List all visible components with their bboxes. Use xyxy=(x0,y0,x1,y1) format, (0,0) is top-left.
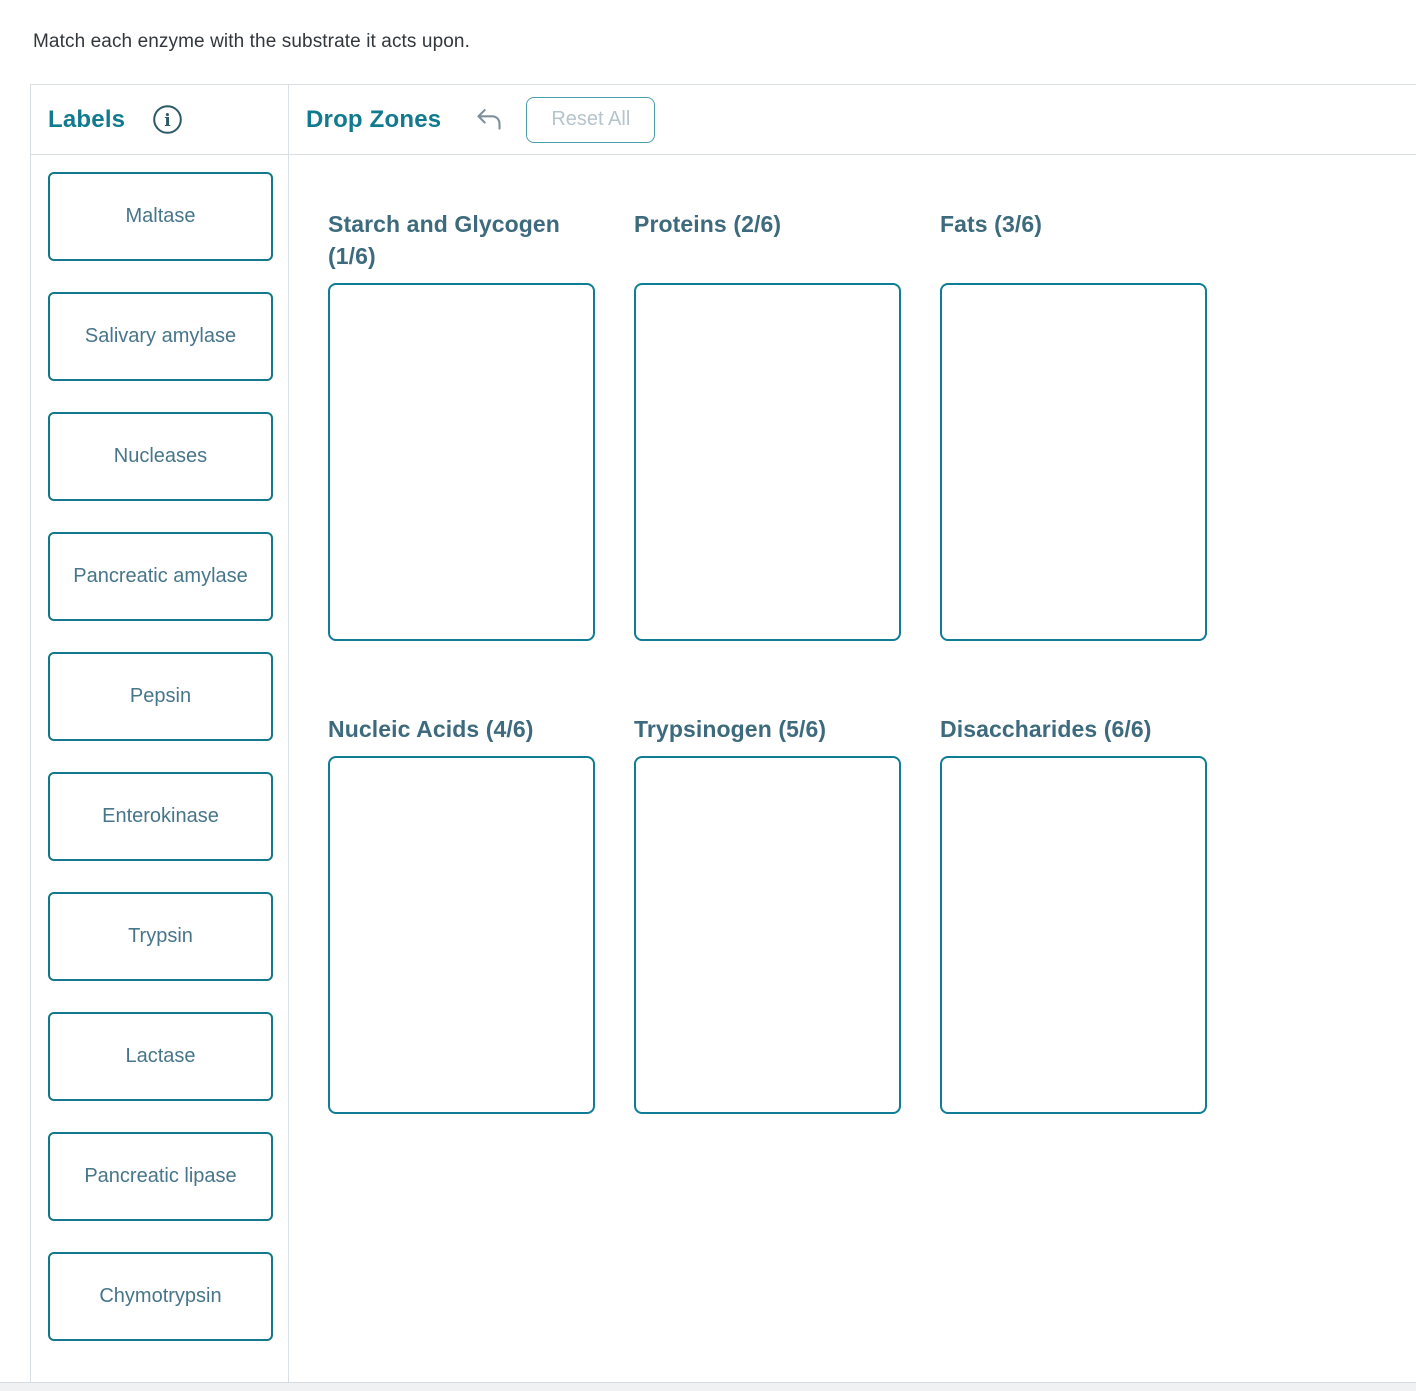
dropzone-disaccharides[interactable] xyxy=(940,756,1207,1114)
label-chip-maltase[interactable]: Maltase xyxy=(48,172,273,261)
label-chip-text: Salivary amylase xyxy=(84,325,237,347)
label-chip-enterokinase[interactable]: Enterokinase xyxy=(48,772,273,861)
label-chip-text: Nucleases xyxy=(113,445,208,467)
labels-list: Maltase Salivary amylase Nucleases Pancr… xyxy=(31,155,288,1372)
reset-all-button[interactable]: Reset All xyxy=(526,96,656,143)
dropzones-title: Drop Zones xyxy=(306,105,442,133)
label-chip-text: Enterokinase xyxy=(102,805,219,827)
labels-panel: Labels i Maltase Salivary amylase Nuclea… xyxy=(31,85,289,1382)
label-chip-salivary-amylase[interactable]: Salivary amylase xyxy=(48,292,273,381)
label-chip-text: Pepsin xyxy=(129,685,192,707)
label-chip-text: Lactase xyxy=(125,1045,196,1067)
dropzone-title-nucleic-acids: Nucleic Acids (4/6) xyxy=(328,716,534,742)
dropzones-header: Drop Zones Reset All xyxy=(289,85,1416,155)
dropzone-title-proteins: Proteins (2/6) xyxy=(634,211,782,237)
label-chip-text: Chymotrypsin xyxy=(99,1285,222,1307)
matching-board: Labels i Maltase Salivary amylase Nuclea… xyxy=(30,84,1416,1382)
dropzone-fats[interactable] xyxy=(940,283,1207,641)
labels-title: Labels xyxy=(48,105,126,133)
label-chip-text: Trypsin xyxy=(128,925,193,947)
labels-header: Labels i xyxy=(31,85,288,155)
info-icon[interactable]: i xyxy=(152,104,183,135)
dropzone-title-starch-glycogen: Starch and Glycogen (1/6) xyxy=(328,211,560,269)
matching-activity-page: Match each enzyme with the substrate it … xyxy=(0,0,1416,1391)
dropzone-proteins[interactable] xyxy=(634,283,901,641)
label-chip-lactase[interactable]: Lactase xyxy=(48,1012,273,1101)
label-chip-text: Pancreatic lipase xyxy=(84,1165,237,1187)
dropzone-title-disaccharides: Disaccharides (6/6) xyxy=(940,716,1152,742)
dropzone-nucleic-acids[interactable] xyxy=(328,756,595,1114)
label-chip-pancreatic-lipase[interactable]: Pancreatic lipase xyxy=(48,1132,273,1221)
label-chip-pepsin[interactable]: Pepsin xyxy=(48,652,273,741)
bottom-divider xyxy=(0,1382,1416,1391)
label-chip-text: Maltase xyxy=(125,205,196,227)
label-chip-chymotrypsin[interactable]: Chymotrypsin xyxy=(48,1252,273,1341)
undo-arrow-icon[interactable] xyxy=(474,107,504,133)
dropzone-starch-glycogen[interactable] xyxy=(328,283,595,641)
instruction-text: Match each enzyme with the substrate it … xyxy=(33,31,470,52)
label-chip-text: Pancreatic amylase xyxy=(73,565,248,587)
label-chip-pancreatic-amylase[interactable]: Pancreatic amylase xyxy=(48,532,273,621)
dropzones-grid: Starch and Glycogen (1/6) Proteins (2/6)… xyxy=(289,155,1416,1186)
dropzones-panel: Drop Zones Reset All Starch and Glycogen… xyxy=(289,85,1416,1382)
label-chip-trypsin[interactable]: Trypsin xyxy=(48,892,273,981)
dropzone-trypsinogen[interactable] xyxy=(634,756,901,1114)
svg-text:i: i xyxy=(165,111,172,131)
label-chip-nucleases[interactable]: Nucleases xyxy=(48,412,273,501)
dropzone-title-fats: Fats (3/6) xyxy=(940,211,1042,237)
dropzone-title-trypsinogen: Trypsinogen (5/6) xyxy=(634,716,827,742)
